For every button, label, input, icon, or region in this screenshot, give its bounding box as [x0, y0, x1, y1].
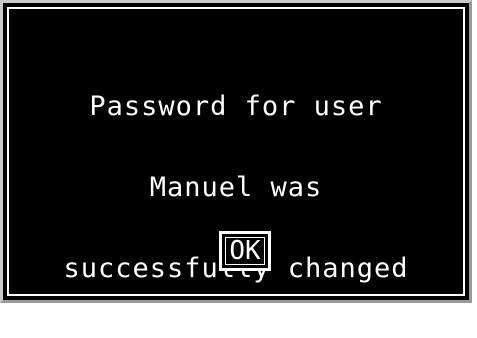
dialog-panel: Password for user Manuel was successfull…: [7, 7, 465, 296]
message-line-1: Password for user: [89, 91, 383, 122]
message-line-2: Manuel was: [149, 172, 323, 203]
ok-button[interactable]: OK: [219, 231, 271, 271]
confirmation-message: Password for user Manuel was successfull…: [9, 39, 463, 336]
ok-button-label: OK: [225, 237, 265, 265]
dialog-screen: Password for user Manuel was successfull…: [0, 0, 472, 303]
window-frame: Password for user Manuel was successfull…: [0, 0, 477, 308]
